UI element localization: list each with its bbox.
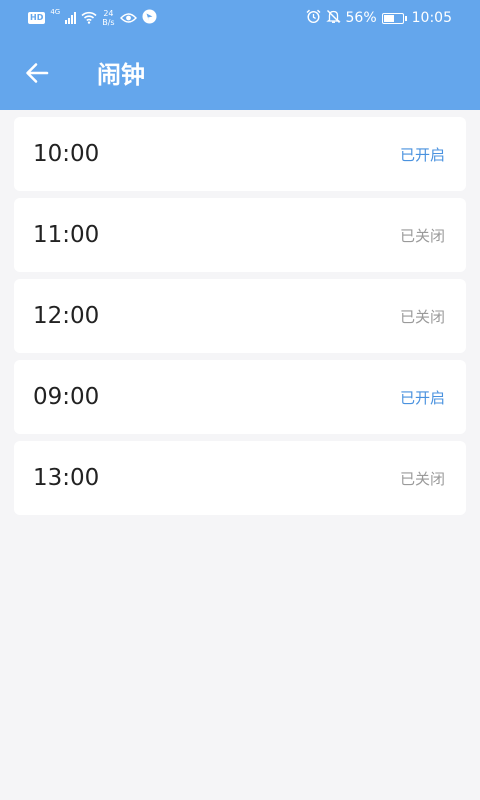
status-bar-right: 56% 10:05 (306, 8, 452, 28)
mute-bell-icon (325, 9, 341, 28)
battery-icon (381, 12, 404, 24)
alarm-list: 10:00 已开启 11:00 已关闭 12:00 已关闭 09:00 已开启 13:00 已关闭 (14, 117, 466, 522)
network-type-label: 4G (50, 8, 61, 16)
eye-icon (119, 9, 137, 28)
alarm-time: 09:00 (33, 384, 100, 410)
wifi-icon (81, 9, 97, 28)
alarm-item[interactable]: 12:00 已关闭 (14, 279, 466, 353)
alarm-status: 已开启 (399, 389, 445, 407)
alarm-clock-icon (306, 9, 321, 28)
network-speed-value: 24 (103, 9, 114, 18)
alarm-item[interactable]: 10:00 已开启 (14, 117, 466, 191)
status-time: 10:05 (411, 10, 452, 26)
arrow-left-icon (25, 62, 49, 88)
network-speed: 24 B/s (102, 9, 114, 27)
network-speed-unit: B/s (102, 18, 115, 27)
alarm-time: 13:00 (33, 465, 100, 491)
alarm-time: 12:00 (33, 303, 100, 329)
status-bar: HD 4G 24 B/s 56% 10:05 (0, 0, 480, 36)
page-title: 闹钟 (97, 61, 145, 89)
hd-icon: HD (28, 12, 46, 24)
alarm-item[interactable]: 09:00 已开启 (14, 360, 466, 434)
alarm-status: 已开启 (399, 146, 445, 164)
alarm-item[interactable]: 13:00 已关闭 (14, 441, 466, 515)
alarm-status: 已关闭 (399, 308, 445, 326)
signal-icon (65, 12, 77, 24)
alarm-time: 10:00 (33, 141, 100, 167)
battery-percent: 56% (345, 10, 377, 26)
back-button[interactable] (20, 58, 54, 92)
alarm-item[interactable]: 11:00 已关闭 (14, 198, 466, 272)
alarm-status: 已关闭 (399, 470, 445, 488)
alarm-status: 已关闭 (399, 227, 445, 245)
app-header: HD 4G 24 B/s 56% 10:05 闹钟 (0, 0, 480, 110)
toolbar: 闹钟 (0, 46, 480, 102)
alarm-time: 11:00 (33, 222, 100, 248)
status-bar-left: HD 4G 24 B/s (28, 8, 157, 28)
app-notify-icon (142, 9, 157, 28)
battery-fill (383, 14, 394, 22)
battery-tip (404, 15, 407, 21)
